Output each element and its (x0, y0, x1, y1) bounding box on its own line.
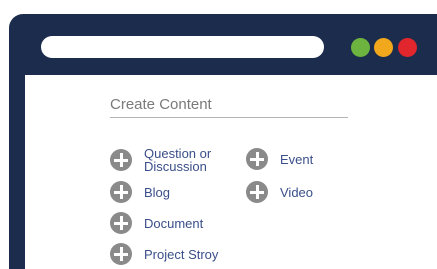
item-label: Document (144, 215, 204, 231)
heading-divider (110, 117, 348, 118)
plus-circle-icon (110, 212, 132, 234)
create-project-story[interactable]: Project Stroy (110, 243, 218, 265)
address-bar[interactable] (41, 36, 324, 58)
create-content-heading: Create Content (110, 96, 212, 113)
create-video[interactable]: Video (246, 181, 313, 203)
plus-circle-icon (110, 149, 132, 171)
item-label: Blog (144, 184, 171, 200)
item-label: Question or Discussion (144, 146, 212, 174)
content-area: Create Content Question or Discussion Bl… (25, 75, 437, 269)
window-orange-button[interactable] (374, 38, 393, 57)
window-red-button[interactable] (398, 38, 417, 57)
create-event[interactable]: Event (246, 148, 313, 170)
item-label: Video (280, 184, 314, 200)
item-label: Event (280, 151, 314, 167)
plus-circle-icon (110, 181, 132, 203)
item-label: Project Stroy (144, 246, 219, 262)
plus-circle-icon (246, 181, 268, 203)
page: Create Content Question or Discussion Bl… (0, 0, 437, 269)
window-green-button[interactable] (351, 38, 370, 57)
plus-circle-icon (246, 148, 268, 170)
create-document[interactable]: Document (110, 212, 203, 234)
create-blog[interactable]: Blog (110, 181, 170, 203)
browser-window: Create Content Question or Discussion Bl… (9, 14, 437, 269)
create-question-or-discussion[interactable]: Question or Discussion (110, 147, 234, 173)
plus-circle-icon (110, 243, 132, 265)
